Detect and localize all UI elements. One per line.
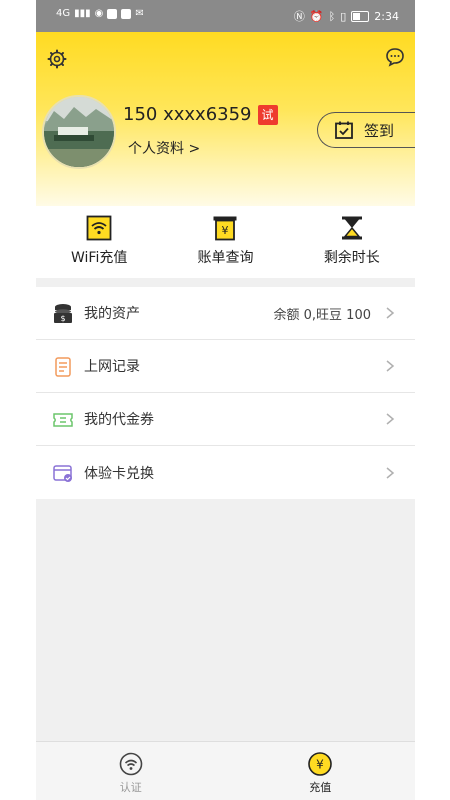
svg-text:¥: ¥ xyxy=(316,758,324,772)
bluetooth-icon: ᛒ xyxy=(328,9,336,23)
action-wifi-recharge[interactable]: WiFi充值 xyxy=(36,206,162,278)
signin-label: 签到 xyxy=(364,121,395,140)
status-left: 4G ▮▮▮ ◉ ✉ xyxy=(56,8,144,19)
chevron-right-icon xyxy=(386,413,395,425)
menu-label: 我的代金券 xyxy=(84,412,154,428)
action-bill-query[interactable]: ¥ 账单查询 xyxy=(162,206,288,278)
action-label: WiFi充值 xyxy=(70,250,128,266)
battery-icon xyxy=(351,10,370,22)
settings-button[interactable] xyxy=(46,48,68,70)
chevron-right-icon xyxy=(386,360,395,372)
menu-label: 我的资产 xyxy=(84,306,140,322)
menu-item-records[interactable]: 上网记录 xyxy=(36,340,415,393)
network-indicator: 4G xyxy=(56,8,71,19)
hourglass-icon xyxy=(341,216,362,240)
bill-icon: ¥ xyxy=(213,216,237,241)
alarm-icon: ⏰ xyxy=(309,9,324,23)
yuan-icon: ¥ xyxy=(308,752,333,776)
app-notification-icon xyxy=(121,8,132,19)
trial-badge: 试 xyxy=(257,104,278,125)
chat-bubble-icon xyxy=(386,48,404,67)
messages-button[interactable] xyxy=(384,46,406,68)
menu-list: $ 我的资产 余额 0,旺豆 100 上网记录 我的代金券 体验卡兑换 xyxy=(36,287,415,499)
profile-link[interactable]: 个人资料 > xyxy=(128,138,200,158)
bottom-nav: 认证 ¥ 充值 xyxy=(36,741,415,800)
phone-number: 150 xxxx6359 试 xyxy=(123,104,278,125)
signin-button[interactable]: 签到 xyxy=(317,112,415,148)
shield-icon xyxy=(107,8,118,19)
card-exchange-icon xyxy=(53,465,72,482)
status-bar: 4G ▮▮▮ ◉ ✉ Ⓝ ⏰ ᛒ ▯ 2:34 xyxy=(36,0,415,32)
signal-icon: ▮▮▮ xyxy=(74,8,91,19)
avatar[interactable] xyxy=(42,95,116,169)
nav-label: 认证 xyxy=(119,781,142,794)
quick-actions: WiFi充值 ¥ 账单查询 剩余时长 xyxy=(36,206,415,278)
chevron-right-icon xyxy=(386,466,395,479)
phone-screen: 4G ▮▮▮ ◉ ✉ Ⓝ ⏰ ᛒ ▯ 2:34 150 xxxx6359 试 个… xyxy=(36,0,415,800)
app-frame: 4G ▮▮▮ ◉ ✉ Ⓝ ⏰ ᛒ ▯ 2:34 150 xxxx6359 试 个… xyxy=(0,0,450,800)
nav-label: 充值 xyxy=(309,781,332,794)
gear-icon xyxy=(47,49,67,69)
record-icon xyxy=(55,357,71,377)
action-label: 剩余时长 xyxy=(323,250,380,266)
coins-icon: $ xyxy=(54,304,72,323)
wifi-card-icon xyxy=(86,215,112,241)
nav-tab-recharge[interactable]: ¥ 充值 xyxy=(226,742,416,800)
menu-label: 体验卡兑换 xyxy=(84,465,154,482)
menu-item-assets[interactable]: $ 我的资产 余额 0,旺豆 100 xyxy=(36,287,415,340)
eye-icon: ◉ xyxy=(94,8,104,19)
wifi-icon xyxy=(119,752,143,776)
status-right: Ⓝ ⏰ ᛒ ▯ 2:34 xyxy=(294,8,399,24)
assets-balance: 余额 0,旺豆 100 xyxy=(273,307,371,323)
status-time: 2:34 xyxy=(374,9,399,23)
profile-header: 150 xxxx6359 试 个人资料 > 签到 xyxy=(36,32,415,206)
nav-tab-auth[interactable]: 认证 xyxy=(36,742,226,800)
action-remaining-time[interactable]: 剩余时长 xyxy=(289,206,415,278)
avatar-photo xyxy=(44,97,114,167)
phone-number-text: 150 xxxx6359 xyxy=(123,104,252,125)
calendar-check-icon xyxy=(335,121,353,139)
svg-text:$: $ xyxy=(60,314,65,323)
chevron-right-icon xyxy=(386,307,395,319)
menu-label: 上网记录 xyxy=(84,359,140,375)
menu-item-vouchers[interactable]: 我的代金券 xyxy=(36,393,415,446)
voucher-icon xyxy=(53,413,73,427)
svg-text:¥: ¥ xyxy=(222,224,229,237)
action-label: 账单查询 xyxy=(197,250,254,266)
vibrate-icon: ▯ xyxy=(340,9,347,23)
wechat-icon: ✉ xyxy=(135,8,144,19)
menu-item-card-exchange[interactable]: 体验卡兑换 xyxy=(36,446,415,499)
nfc-icon: Ⓝ xyxy=(293,10,305,23)
